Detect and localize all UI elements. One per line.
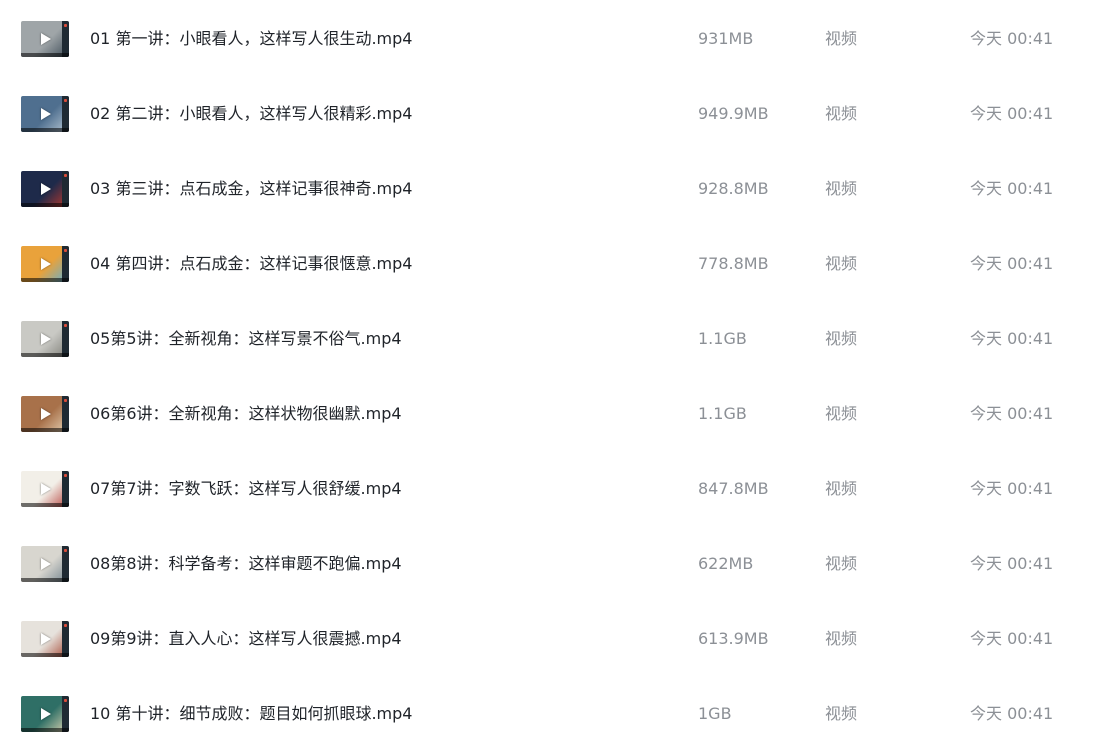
file-type: 视频: [825, 179, 858, 198]
file-row[interactable]: 03 第三讲：点石成金，这样记事很神奇.mp4 928.8MB 视频 今天 00:41: [0, 152, 1098, 227]
thumbnail-sidebar-strip: [62, 21, 69, 57]
video-thumbnail[interactable]: [21, 546, 69, 582]
file-modified-time: 今天 00:41: [970, 629, 1054, 648]
file-name[interactable]: 06第6讲：全新视角：这样状物很幽默.mp4: [90, 403, 402, 425]
play-icon: [41, 108, 51, 120]
video-thumbnail[interactable]: [21, 321, 69, 357]
thumbnail-sidebar-strip: [62, 471, 69, 507]
play-icon: [41, 408, 51, 420]
file-type: 视频: [825, 554, 858, 573]
file-size: 778.8MB: [698, 254, 769, 273]
file-row[interactable]: 04 第四讲：点石成金：这样记事很惬意.mp4 778.8MB 视频 今天 00:41: [0, 227, 1098, 302]
thumbnail-bottom-bar: [21, 53, 69, 57]
file-modified-time: 今天 00:41: [970, 104, 1054, 123]
file-type: 视频: [825, 629, 858, 648]
thumbnail-bottom-bar: [21, 428, 69, 432]
thumbnail-bottom-bar: [21, 278, 69, 282]
video-thumbnail[interactable]: [21, 696, 69, 732]
thumbnail-sidebar-strip: [62, 171, 69, 207]
file-name[interactable]: 02 第二讲：小眼看人，这样写人很精彩.mp4: [90, 103, 412, 125]
file-row[interactable]: 06第6讲：全新视角：这样状物很幽默.mp4 1.1GB 视频 今天 00:41: [0, 377, 1098, 452]
file-size: 622MB: [698, 554, 754, 573]
video-thumbnail[interactable]: [21, 396, 69, 432]
file-size: 1.1GB: [698, 404, 747, 423]
file-size: 613.9MB: [698, 629, 769, 648]
file-type: 视频: [825, 404, 858, 423]
play-icon: [41, 258, 51, 270]
file-size: 931MB: [698, 29, 754, 48]
thumbnail-bottom-bar: [21, 503, 69, 507]
file-name[interactable]: 07第7讲：字数飞跃：这样写人很舒缓.mp4: [90, 478, 402, 500]
thumbnail-sidebar-strip: [62, 396, 69, 432]
thumbnail-bottom-bar: [21, 203, 69, 207]
file-list: 01 第一讲：小眼看人，这样写人很生动.mp4 931MB 视频 今天 00:41 02…: [0, 2, 1098, 752]
file-type: 视频: [825, 704, 858, 723]
file-row[interactable]: 05第5讲：全新视角：这样写景不俗气.mp4 1.1GB 视频 今天 00:41: [0, 302, 1098, 377]
file-size: 1GB: [698, 704, 732, 723]
file-row[interactable]: 01 第一讲：小眼看人，这样写人很生动.mp4 931MB 视频 今天 00:41: [0, 2, 1098, 77]
video-thumbnail[interactable]: [21, 471, 69, 507]
video-thumbnail[interactable]: [21, 171, 69, 207]
thumbnail-sidebar-strip: [62, 546, 69, 582]
play-icon: [41, 333, 51, 345]
file-type: 视频: [825, 254, 858, 273]
play-icon: [41, 708, 51, 720]
thumbnail-bottom-bar: [21, 653, 69, 657]
video-thumbnail[interactable]: [21, 621, 69, 657]
thumbnail-sidebar-strip: [62, 246, 69, 282]
file-size: 847.8MB: [698, 479, 769, 498]
file-modified-time: 今天 00:41: [970, 704, 1054, 723]
file-type: 视频: [825, 29, 858, 48]
file-size: 949.9MB: [698, 104, 769, 123]
video-thumbnail[interactable]: [21, 96, 69, 132]
file-name[interactable]: 09第9讲：直入人心：这样写人很震撼.mp4: [90, 628, 402, 650]
thumbnail-sidebar-strip: [62, 621, 69, 657]
file-modified-time: 今天 00:41: [970, 404, 1054, 423]
file-row[interactable]: 02 第二讲：小眼看人，这样写人很精彩.mp4 949.9MB 视频 今天 00:41: [0, 77, 1098, 152]
thumbnail-sidebar-strip: [62, 696, 69, 732]
file-row[interactable]: 07第7讲：字数飞跃：这样写人很舒缓.mp4 847.8MB 视频 今天 00:41: [0, 452, 1098, 527]
thumbnail-sidebar-strip: [62, 96, 69, 132]
video-thumbnail[interactable]: [21, 21, 69, 57]
thumbnail-bottom-bar: [21, 353, 69, 357]
file-type: 视频: [825, 329, 858, 348]
file-name[interactable]: 05第5讲：全新视角：这样写景不俗气.mp4: [90, 328, 402, 350]
file-modified-time: 今天 00:41: [970, 29, 1054, 48]
video-thumbnail[interactable]: [21, 246, 69, 282]
play-icon: [41, 558, 51, 570]
thumbnail-bottom-bar: [21, 578, 69, 582]
file-type: 视频: [825, 479, 858, 498]
file-modified-time: 今天 00:41: [970, 254, 1054, 273]
file-modified-time: 今天 00:41: [970, 479, 1054, 498]
thumbnail-bottom-bar: [21, 728, 69, 732]
thumbnail-sidebar-strip: [62, 321, 69, 357]
file-type: 视频: [825, 104, 858, 123]
file-row[interactable]: 10 第十讲：细节成败：题目如何抓眼球.mp4 1GB 视频 今天 00:41: [0, 677, 1098, 752]
thumbnail-bottom-bar: [21, 128, 69, 132]
file-row[interactable]: 08第8讲：科学备考：这样审题不跑偏.mp4 622MB 视频 今天 00:41: [0, 527, 1098, 602]
file-modified-time: 今天 00:41: [970, 179, 1054, 198]
play-icon: [41, 483, 51, 495]
play-icon: [41, 633, 51, 645]
file-name[interactable]: 01 第一讲：小眼看人，这样写人很生动.mp4: [90, 28, 412, 50]
file-modified-time: 今天 00:41: [970, 329, 1054, 348]
file-size: 928.8MB: [698, 179, 769, 198]
file-name[interactable]: 10 第十讲：细节成败：题目如何抓眼球.mp4: [90, 703, 412, 725]
file-name[interactable]: 03 第三讲：点石成金，这样记事很神奇.mp4: [90, 178, 412, 200]
file-row[interactable]: 09第9讲：直入人心：这样写人很震撼.mp4 613.9MB 视频 今天 00:41: [0, 602, 1098, 677]
play-icon: [41, 183, 51, 195]
file-modified-time: 今天 00:41: [970, 554, 1054, 573]
file-size: 1.1GB: [698, 329, 747, 348]
play-icon: [41, 33, 51, 45]
file-name[interactable]: 04 第四讲：点石成金：这样记事很惬意.mp4: [90, 253, 412, 275]
file-name[interactable]: 08第8讲：科学备考：这样审题不跑偏.mp4: [90, 553, 402, 575]
